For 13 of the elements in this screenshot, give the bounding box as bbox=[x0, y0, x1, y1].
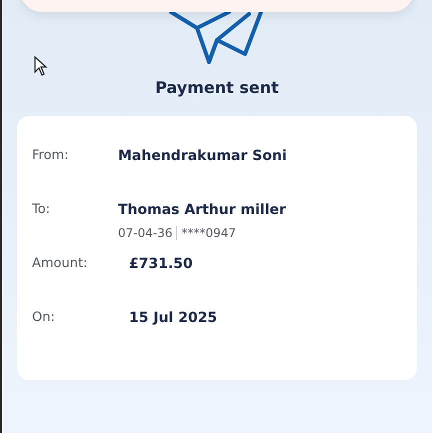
detail-value: £731.50 bbox=[129, 255, 193, 274]
detail-label: Amount: bbox=[32, 255, 88, 273]
detail-value: 15 Jul 2025 bbox=[129, 309, 218, 328]
page-title: Payment sent bbox=[155, 77, 279, 99]
detail-value: Mahendrakumar Soni bbox=[118, 147, 287, 166]
cursor-icon bbox=[34, 56, 48, 76]
detail-value: Thomas Arthur miller bbox=[118, 201, 286, 220]
detail-label: To: bbox=[32, 201, 52, 219]
paper-plane-icon bbox=[169, 10, 265, 64]
detail-label: From: bbox=[32, 147, 70, 165]
detail-label: On: bbox=[32, 309, 56, 327]
sort-code: 07-04-36 bbox=[118, 225, 172, 242]
account-number: ****0947 bbox=[181, 225, 236, 242]
